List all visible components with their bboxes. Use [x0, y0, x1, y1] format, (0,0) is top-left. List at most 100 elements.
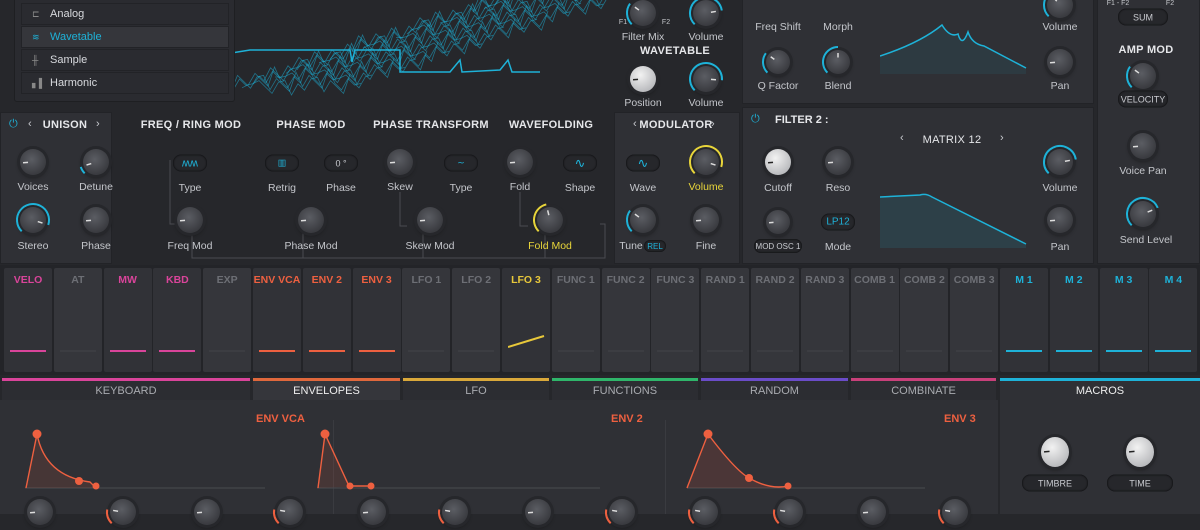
mod-source-slot[interactable]: RAND 2: [751, 268, 799, 372]
mod-source-slot[interactable]: FUNC 2: [602, 268, 650, 372]
time-macro-knob[interactable]: [1126, 437, 1154, 467]
mod-source-slot[interactable]: ENV VCA: [253, 268, 301, 372]
mod-source-slot[interactable]: M 3: [1100, 268, 1148, 372]
freq-mod-type-button[interactable]: ʍʍ: [173, 155, 207, 172]
mod-source-slot[interactable]: LFO 1: [402, 268, 450, 372]
mod-source-slot[interactable]: LFO 2: [452, 268, 500, 372]
envelope-knob[interactable]: [110, 499, 136, 525]
skew-type-button[interactable]: ∼: [444, 155, 478, 172]
mod-source-slot[interactable]: M 2: [1050, 268, 1098, 372]
filter2-power-icon[interactable]: ⏻: [751, 113, 760, 126]
mod-source-slot[interactable]: RAND 3: [801, 268, 849, 372]
mod-source-slot[interactable]: FUNC 3: [651, 268, 699, 372]
menu-item-wavetable[interactable]: ≋Wavetable: [21, 26, 229, 48]
modulator-wave-button[interactable]: ∿: [626, 155, 660, 172]
tab-envelopes[interactable]: ENVELOPES: [253, 378, 400, 400]
filter-mod-knob[interactable]: [766, 210, 790, 234]
filter-mix-knob[interactable]: [630, 0, 656, 26]
voices-knob[interactable]: [20, 149, 46, 175]
stereo-knob[interactable]: [20, 207, 46, 233]
osc-volume-knob[interactable]: [693, 0, 719, 26]
timbre-macro-button[interactable]: TIMBRE: [1022, 475, 1088, 492]
tab-random[interactable]: RANDOM: [701, 378, 848, 400]
fold-shape-button[interactable]: ∿: [563, 155, 597, 172]
mod-source-slot[interactable]: FUNC 1: [552, 268, 600, 372]
voice-pan-knob[interactable]: [1130, 133, 1156, 159]
unison-phase-knob[interactable]: [83, 207, 109, 233]
unison-power-icon[interactable]: ⏻: [9, 118, 18, 131]
q-factor-knob[interactable]: [766, 50, 790, 74]
filter-mod-source-button[interactable]: MOD OSC 1: [754, 239, 802, 253]
phase-mod-knob[interactable]: [298, 207, 324, 233]
tune-knob[interactable]: [630, 207, 656, 233]
routing-sum-button[interactable]: SUM: [1118, 9, 1168, 26]
timbre-macro-knob[interactable]: [1041, 437, 1069, 467]
envelope-knob[interactable]: [942, 499, 968, 525]
modulator-next-arrow[interactable]: ›: [711, 118, 715, 130]
envelope-knob[interactable]: [777, 499, 803, 525]
envelope-knob[interactable]: [194, 499, 220, 525]
time-macro-button[interactable]: TIME: [1107, 475, 1173, 492]
modulator-prev-arrow[interactable]: ‹: [633, 118, 637, 130]
send-level-knob[interactable]: [1130, 201, 1156, 227]
filter2-volume-knob[interactable]: [1047, 149, 1073, 175]
mod-source-slot[interactable]: EXP: [203, 268, 251, 372]
mod-source-slot[interactable]: ENV 3: [353, 268, 401, 372]
mod-source-slot[interactable]: M 1: [1000, 268, 1048, 372]
mod-source-slot[interactable]: VELO: [4, 268, 52, 372]
tab-lfo[interactable]: LFO: [403, 378, 549, 400]
position-knob[interactable]: [630, 66, 656, 92]
rel-toggle[interactable]: REL: [644, 240, 666, 252]
tab-combinate[interactable]: COMBINATE: [851, 378, 996, 400]
mod-source-slot[interactable]: KBD: [153, 268, 201, 372]
fine-knob[interactable]: [693, 207, 719, 233]
skew-mod-knob[interactable]: [417, 207, 443, 233]
envelope-knob[interactable]: [277, 499, 303, 525]
envelope-knob[interactable]: [860, 499, 886, 525]
filter-mode-button[interactable]: LP12: [821, 214, 855, 231]
phase-value-field[interactable]: 0 °: [324, 155, 358, 172]
menu-item-sample[interactable]: ╫Sample: [21, 49, 229, 71]
envelope-knob[interactable]: [27, 499, 53, 525]
filter-type-next-arrow[interactable]: ›: [1000, 132, 1004, 144]
skew-knob[interactable]: [387, 149, 413, 175]
reso-knob[interactable]: [825, 149, 851, 175]
retrig-button[interactable]: ▥: [265, 155, 299, 172]
mod-source-slot[interactable]: MW: [104, 268, 152, 372]
envelope-knob[interactable]: [692, 499, 718, 525]
amp-mod-knob[interactable]: [1130, 63, 1156, 89]
freq-mod-knob[interactable]: [177, 207, 203, 233]
amp-mod-source-button[interactable]: VELOCITY: [1118, 91, 1168, 108]
envelope-knob[interactable]: [442, 499, 468, 525]
mod-source-slot[interactable]: RAND 1: [701, 268, 749, 372]
tab-functions[interactable]: FUNCTIONS: [552, 378, 698, 400]
menu-item-harmonic[interactable]: ▖▌Harmonic: [21, 72, 229, 94]
filter2-pan-knob[interactable]: [1047, 207, 1073, 233]
menu-item-analog[interactable]: ⊏Analog: [21, 3, 229, 25]
cutoff-knob[interactable]: [765, 149, 791, 175]
tab-macros[interactable]: MACROS: [1000, 378, 1200, 400]
envelope-knob[interactable]: [609, 499, 635, 525]
mod-source-slot[interactable]: LFO 3: [502, 268, 550, 372]
modulator-volume-knob[interactable]: [693, 149, 719, 175]
mod-source-slot[interactable]: COMB 1: [851, 268, 899, 372]
filter-type-selector[interactable]: MATRIX 12: [923, 134, 982, 146]
filter-type-prev-arrow[interactable]: ‹: [900, 132, 904, 144]
tab-keyboard[interactable]: KEYBOARD: [2, 378, 250, 400]
mod-source-slot[interactable]: M 4: [1149, 268, 1197, 372]
unison-prev-arrow[interactable]: ‹: [28, 118, 32, 130]
mod-source-slot[interactable]: COMB 3: [950, 268, 998, 372]
filter1-pan-knob[interactable]: [1047, 49, 1073, 75]
mod-source-slot[interactable]: AT: [54, 268, 102, 372]
unison-next-arrow[interactable]: ›: [96, 118, 100, 130]
filter1-volume-knob[interactable]: [1047, 0, 1073, 18]
envelope-knob[interactable]: [525, 499, 551, 525]
wavetable-volume-knob[interactable]: [693, 66, 719, 92]
fold-mod-knob[interactable]: [537, 207, 563, 233]
mod-source-slot[interactable]: ENV 2: [303, 268, 351, 372]
mod-source-slot[interactable]: COMB 2: [900, 268, 948, 372]
blend-knob[interactable]: [826, 50, 850, 74]
fold-knob[interactable]: [507, 149, 533, 175]
detune-knob[interactable]: [83, 149, 109, 175]
envelope-knob[interactable]: [360, 499, 386, 525]
